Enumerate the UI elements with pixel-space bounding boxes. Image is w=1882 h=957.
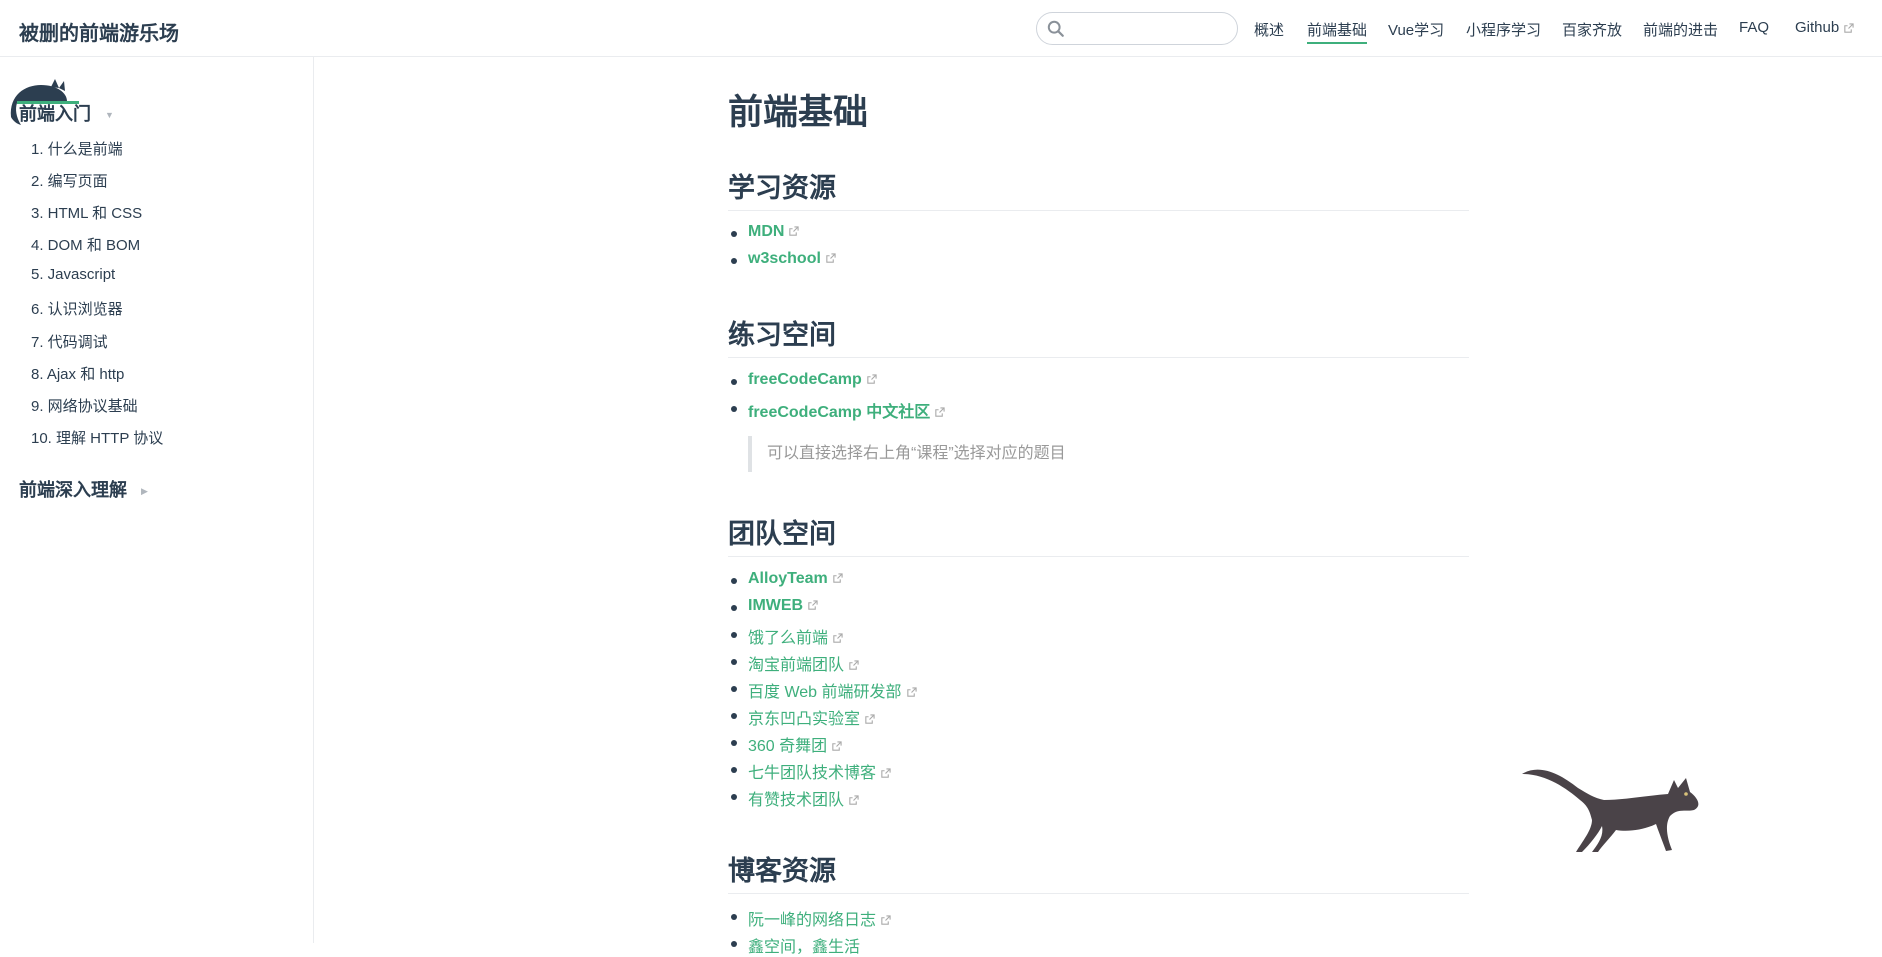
link-label: 鑫空间，鑫生活 <box>748 939 861 956</box>
caret-right-icon: ▶ <box>141 485 148 496</box>
link-label: 七牛团队技术博客 <box>748 765 877 782</box>
sidebar-item-dom-bom[interactable]: 4. DOM 和 BOM <box>31 234 140 255</box>
link-label: 有赞技术团队 <box>748 792 845 809</box>
page-title: 前端基础 <box>728 93 869 132</box>
external-link-icon <box>849 660 859 670</box>
link-label: 阮一峰的网络日志 <box>748 912 877 929</box>
nav-link-vue[interactable]: Vue学习 <box>1388 19 1444 40</box>
external-link-icon <box>849 795 859 805</box>
sidebar-group-frontend-intro[interactable]: 前端入门 ▼ <box>19 100 114 126</box>
sidebar: 前端入门 ▼ 1. 什么是前端 2. 编写页面 3. HTML 和 CSS 4. … <box>0 57 314 943</box>
external-link-icon <box>808 600 818 610</box>
link-label: MDN <box>748 223 785 240</box>
section-heading-learning: 学习资源 <box>728 166 1469 211</box>
search-input[interactable] <box>1036 12 1238 45</box>
link-label: 淘宝前端团队 <box>748 657 845 674</box>
nav-link-github[interactable]: Github <box>1795 19 1854 36</box>
section-heading-practice: 练习空间 <box>728 313 1469 358</box>
nav-link-miniprogram[interactable]: 小程序学习 <box>1466 19 1541 40</box>
link-label: 百度 Web 前端研发部 <box>748 684 902 701</box>
section-heading-blogs: 博客资源 <box>728 849 1469 894</box>
navbar: 被删的前端游乐场 概述 前端基础 Vue学习 小程序学习 百家齐放 前端的进击 … <box>0 0 1882 57</box>
sidebar-group-frontend-deep[interactable]: 前端深入理解 ▶ <box>19 476 148 502</box>
link-alloyteam[interactable]: AlloyTeam <box>731 570 843 588</box>
sidebar-item-html-css[interactable]: 3. HTML 和 CSS <box>31 202 142 223</box>
link-ruanyifeng-blog[interactable]: 阮一峰的网络日志 <box>730 906 891 930</box>
sidebar-item-what-is-frontend[interactable]: 1. 什么是前端 <box>31 138 123 159</box>
sidebar-item-http-protocol[interactable]: 10. 理解 HTTP 协议 <box>31 427 163 448</box>
link-label: 360 奇舞团 <box>748 738 828 755</box>
link-label: freeCodeCamp 中文社区 <box>748 404 931 421</box>
external-link-icon <box>865 714 875 724</box>
section-heading-teams: 团队空间 <box>728 512 1469 557</box>
site-name[interactable]: 被删的前端游乐场 <box>19 17 179 46</box>
link-label: IMWEB <box>748 597 804 614</box>
external-link-icon <box>881 768 891 778</box>
external-link-icon <box>881 915 891 925</box>
walking-cat-icon <box>1522 769 1699 852</box>
link-label: freeCodeCamp <box>748 371 862 388</box>
external-link-icon <box>789 226 800 236</box>
link-jd-aotu[interactable]: 京东凹凸实验室 <box>730 705 875 729</box>
link-xinspace-blog[interactable]: 鑫空间，鑫生活 <box>730 933 861 957</box>
external-link-icon <box>833 633 843 643</box>
external-link-icon <box>832 741 842 751</box>
nav-link-advanced[interactable]: 前端的进击 <box>1643 19 1718 40</box>
link-youzan-tech[interactable]: 有赞技术团队 <box>730 786 859 810</box>
nav-link-hundred-schools[interactable]: 百家齐放 <box>1562 19 1622 40</box>
sidebar-group-title: 前端深入理解 <box>19 480 127 500</box>
link-baidu-fex[interactable]: 百度 Web 前端研发部 <box>731 678 917 702</box>
nav-link-overview[interactable]: 概述 <box>1254 19 1284 40</box>
sidebar-item-write-page[interactable]: 2. 编写页面 <box>31 170 108 191</box>
link-label: AlloyTeam <box>748 570 828 587</box>
link-label: 京东凹凸实验室 <box>748 711 861 728</box>
blockquote-note: 可以直接选择右上角“课程”选择对应的题目 <box>748 436 1066 472</box>
search-icon <box>1047 20 1064 37</box>
sidebar-item-ajax-http[interactable]: 8. Ajax 和 http <box>31 363 124 384</box>
link-freecodecamp[interactable]: freeCodeCamp <box>731 371 877 389</box>
link-label: w3school <box>748 250 821 267</box>
external-link-icon <box>867 374 877 384</box>
external-link-icon <box>833 573 843 583</box>
link-freecodecamp-cn[interactable]: freeCodeCamp 中文社区 <box>730 398 945 422</box>
external-link-icon <box>1844 22 1854 33</box>
nav-link-github-label: Github <box>1795 19 1840 36</box>
sidebar-item-debugging[interactable]: 7. 代码调试 <box>31 331 108 352</box>
link-imweb[interactable]: IMWEB <box>730 597 818 615</box>
sidebar-item-javascript[interactable]: 5. Javascript <box>31 266 115 283</box>
sidebar-item-browser[interactable]: 6. 认识浏览器 <box>31 298 123 319</box>
link-w3school[interactable]: w3school <box>731 250 836 268</box>
external-link-icon <box>826 253 836 263</box>
caret-down-icon: ▼ <box>105 110 114 121</box>
external-link-icon <box>906 687 917 697</box>
link-label: 饿了么前端 <box>748 630 829 647</box>
external-link-icon <box>935 407 945 417</box>
sidebar-group-title: 前端入门 <box>19 104 91 124</box>
sidebar-item-network-protocol[interactable]: 9. 网络协议基础 <box>31 395 138 416</box>
nav-link-frontend-basics[interactable]: 前端基础 <box>1307 19 1368 44</box>
link-360-qiwu[interactable]: 360 奇舞团 <box>730 732 842 756</box>
nav-link-faq[interactable]: FAQ <box>1739 19 1769 36</box>
link-taobao-frontend[interactable]: 淘宝前端团队 <box>730 651 859 675</box>
link-qiniu-blog[interactable]: 七牛团队技术博客 <box>730 759 891 783</box>
link-eleme-frontend[interactable]: 饿了么前端 <box>730 624 843 648</box>
link-mdn[interactable]: MDN <box>730 223 800 241</box>
